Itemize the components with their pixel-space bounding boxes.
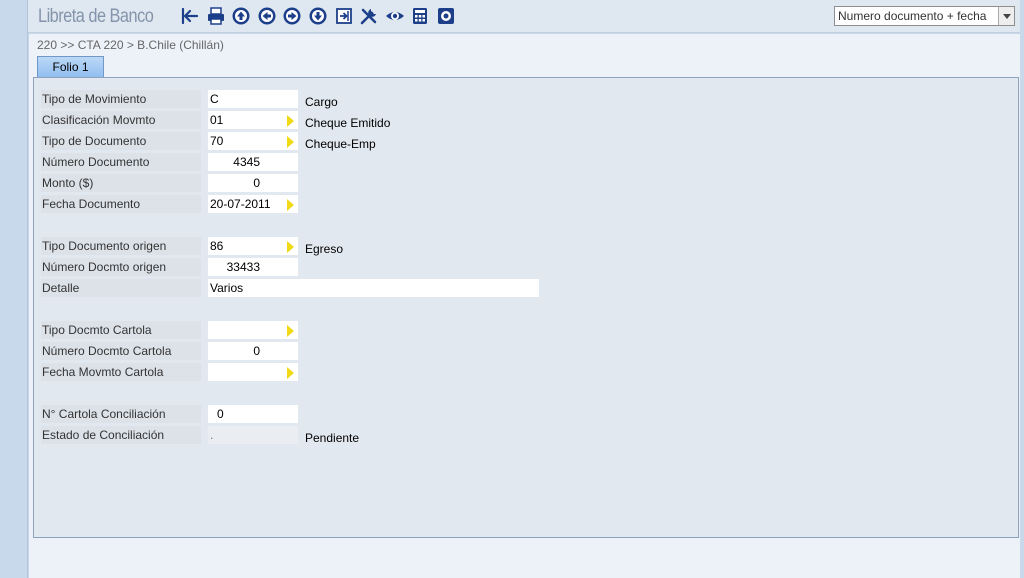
numero-doc-origen-label: Número Docmto origen: [41, 258, 201, 276]
bottom-area: [29, 538, 1020, 578]
toolbar-icons: [180, 6, 462, 26]
cartola-conciliacion-label: N° Cartola Conciliación: [41, 405, 201, 423]
fecha-documento-label: Fecha Documento: [41, 195, 201, 213]
tipo-doc-cartola-input[interactable]: [208, 321, 298, 339]
first-icon[interactable]: [231, 6, 251, 26]
lookup-arrow-icon[interactable]: [287, 367, 294, 379]
detalle-input[interactable]: Varios: [208, 279, 539, 297]
clasificacion-input[interactable]: 01: [208, 111, 298, 129]
fecha-documento-input[interactable]: 20-07-2011: [208, 195, 298, 213]
tipo-doc-origen-input[interactable]: 86: [208, 237, 298, 255]
tipo-movimiento-label: Tipo de Movimiento: [41, 90, 201, 108]
previous-icon[interactable]: [257, 6, 277, 26]
chevron-down-icon[interactable]: [998, 7, 1014, 25]
right-margin: [1020, 0, 1024, 578]
clasificacion-label: Clasificación Movmto: [41, 111, 201, 129]
tipo-documento-input[interactable]: 70: [208, 132, 298, 150]
numero-documento-input[interactable]: 4345: [208, 153, 298, 171]
main-content: 220 >> CTA 220 > B.Chile (Chillán) Folio…: [29, 34, 1020, 578]
cartola-conciliacion-input[interactable]: 0: [208, 405, 298, 423]
tipo-documento-description: Cheque-Emp: [305, 137, 376, 151]
tipo-doc-origen-label: Tipo Documento origen: [41, 237, 201, 255]
tipo-doc-origen-description: Egreso: [305, 242, 344, 256]
view-icon[interactable]: [385, 6, 405, 26]
tipo-movimiento-description: Cargo: [305, 95, 338, 109]
lookup-arrow-icon[interactable]: [287, 241, 294, 253]
tipo-documento-label: Tipo de Documento: [41, 132, 201, 150]
lookup-arrow-icon[interactable]: [287, 199, 294, 211]
lookup-arrow-icon[interactable]: [287, 136, 294, 148]
form-panel: Tipo de Movimiento C Cargo Clasificación…: [33, 77, 1019, 538]
monto-input[interactable]: 0: [208, 174, 298, 192]
back-icon[interactable]: [180, 6, 200, 26]
estado-conciliacion-label: Estado de Conciliación: [41, 426, 201, 444]
numero-doc-cartola-label: Número Docmto Cartola: [41, 342, 201, 360]
estado-conciliacion-input: .: [208, 426, 298, 444]
monto-label: Monto ($): [41, 174, 201, 192]
fecha-mov-cartola-label: Fecha Movmto Cartola: [41, 363, 201, 381]
last-icon[interactable]: [308, 6, 328, 26]
breadcrumb: 220 >> CTA 220 > B.Chile (Chillán): [37, 38, 224, 52]
sort-order-value: Numero documento + fecha: [838, 9, 987, 23]
fecha-documento-value: 20-07-2011: [210, 197, 271, 211]
calculator-icon[interactable]: [410, 6, 430, 26]
estado-conciliacion-description: Pendiente: [305, 431, 360, 445]
tipo-movimiento-input[interactable]: C: [208, 90, 298, 108]
clasificacion-value: 01: [210, 113, 224, 127]
detalle-label: Detalle: [41, 279, 201, 297]
tools-icon[interactable]: [359, 6, 379, 26]
lookup-arrow-icon[interactable]: [287, 325, 294, 337]
numero-documento-label: Número Documento: [41, 153, 201, 171]
print-icon[interactable]: [206, 6, 226, 26]
app-title: Libreta de Banco: [38, 6, 154, 27]
tab-folio-1[interactable]: Folio 1: [37, 56, 104, 78]
left-margin: [0, 0, 28, 578]
sort-order-select[interactable]: Numero documento + fecha: [834, 6, 1015, 26]
settings-icon[interactable]: [436, 6, 456, 26]
numero-doc-origen-input[interactable]: 33433: [208, 258, 298, 276]
toolbar: Libreta de Banco Numero documento + fech…: [28, 0, 1020, 33]
tipo-doc-cartola-label: Tipo Docmto Cartola: [41, 321, 201, 339]
fecha-mov-cartola-input[interactable]: - -: [208, 363, 298, 381]
next-icon[interactable]: [282, 6, 302, 26]
numero-doc-cartola-input[interactable]: 0: [208, 342, 298, 360]
export-icon[interactable]: [334, 6, 354, 26]
lookup-arrow-icon[interactable]: [287, 115, 294, 127]
tipo-documento-value: 70: [210, 134, 224, 148]
clasificacion-description: Cheque Emitido: [305, 116, 391, 130]
tipo-doc-origen-value: 86: [210, 239, 224, 253]
